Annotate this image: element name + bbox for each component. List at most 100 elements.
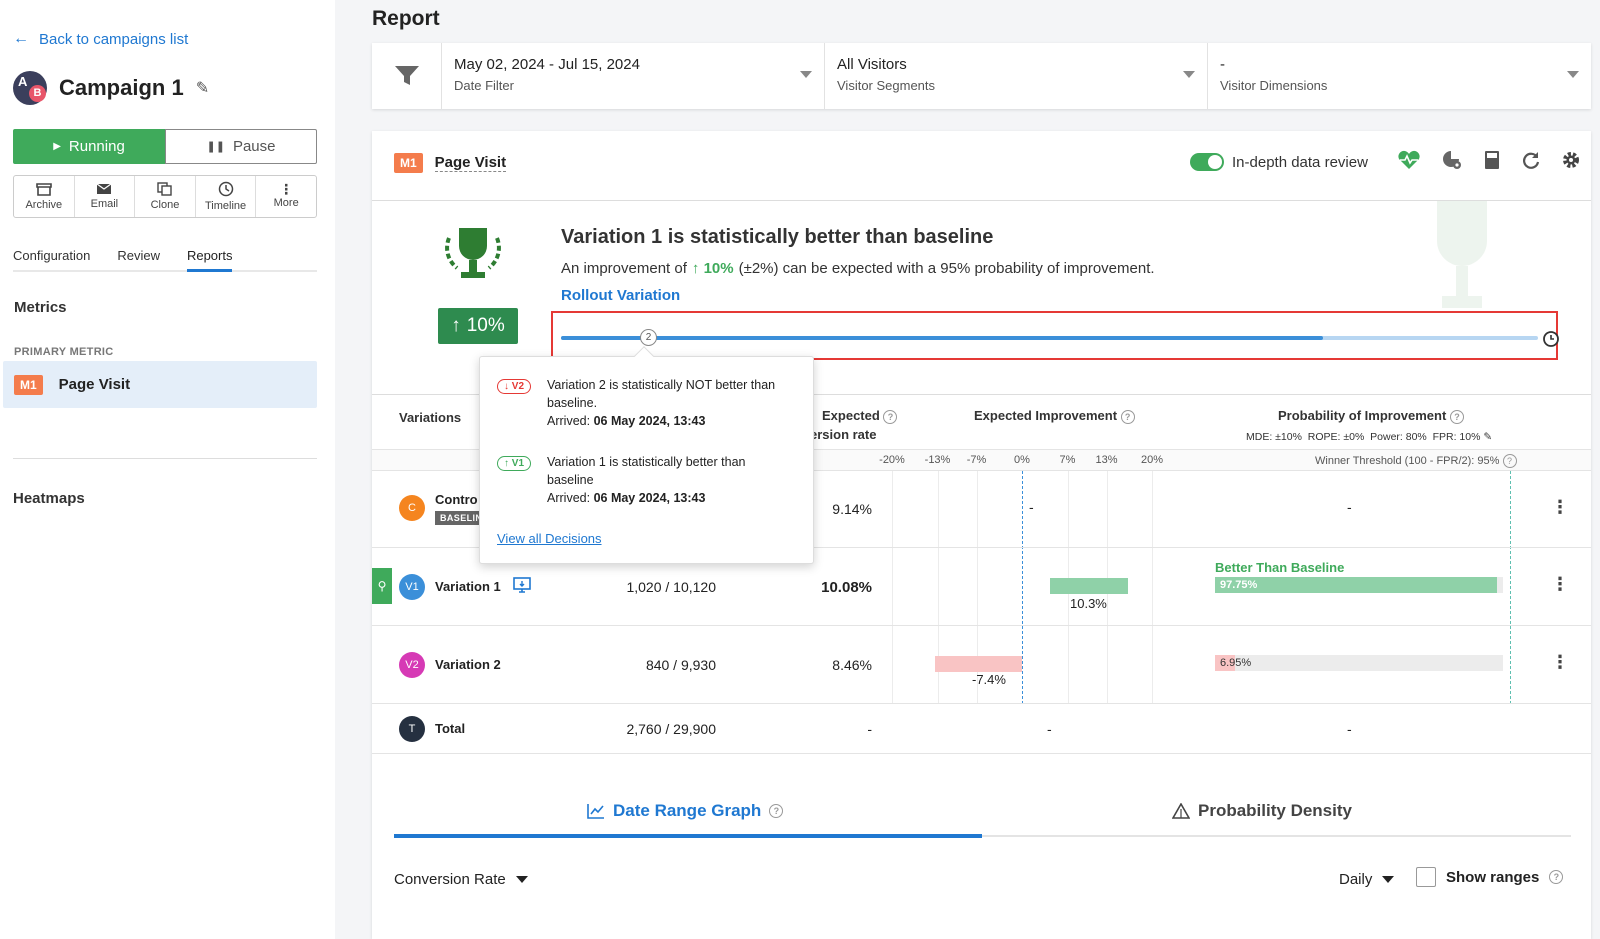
result-description: An improvement of ↑ 10% (±2%) can be exp… — [561, 260, 1155, 277]
email-icon — [97, 183, 112, 194]
expected-cr-header-line2: ersion rate — [810, 427, 877, 442]
winner-threshold: Winner Threshold (100 - FPR/2): 95% ? — [1315, 454, 1517, 468]
email-button[interactable]: Email — [75, 176, 136, 217]
clone-button[interactable]: Clone — [135, 176, 196, 217]
filter-button[interactable] — [372, 43, 442, 109]
probability-track — [1215, 655, 1503, 671]
axis-tick-label: -7% — [966, 454, 987, 466]
preview-monitor-icon[interactable] — [513, 577, 531, 593]
primary-metric-caption: PRIMARY METRIC — [14, 346, 114, 358]
running-button[interactable]: ▶ Running — [13, 129, 165, 164]
total-probability: - — [1347, 721, 1352, 737]
in-depth-toggle[interactable]: In-depth data review — [1190, 153, 1368, 171]
improvement-value: ↑ 10% — [691, 260, 734, 277]
refresh-icon[interactable] — [1521, 150, 1541, 170]
graph-tab-indicator — [394, 834, 982, 838]
pause-button[interactable]: ❚❚ Pause — [165, 129, 317, 164]
row-menu-icon[interactable]: ⋮ — [1551, 574, 1569, 595]
view-all-decisions-link[interactable]: View all Decisions — [497, 531, 602, 546]
axis-tick-label: 0% — [1014, 454, 1030, 466]
show-ranges-checkbox[interactable] — [1416, 867, 1436, 887]
edit-pencil-icon[interactable]: ✎ — [196, 78, 209, 98]
variation-icon: V1 — [399, 574, 425, 600]
chevron-down-icon — [1183, 71, 1195, 78]
edit-pencil-icon[interactable]: ✎ — [1483, 431, 1492, 443]
metric-select[interactable]: Conversion Rate — [394, 871, 528, 888]
probability-value: - — [1347, 499, 1352, 515]
expected-improvement-header[interactable]: Expected Improvement ? — [974, 408, 1135, 424]
rollout-variation-link[interactable]: Rollout Variation — [561, 287, 680, 304]
density-triangle-icon — [1172, 803, 1190, 819]
expected-improvement: - — [1029, 499, 1034, 515]
probability-value: 97.75% — [1220, 579, 1258, 591]
tab-date-range-graph[interactable]: Date Range Graph ? — [587, 801, 784, 821]
chart-settings-icon[interactable] — [1441, 149, 1463, 171]
conversions: 840 / 9,930 — [645, 657, 716, 673]
axis-tick-label: 20% — [1140, 454, 1164, 466]
winner-trophy-icon: ⚲ — [372, 568, 392, 604]
health-heart-icon[interactable] — [1397, 150, 1421, 170]
period-select[interactable]: Daily — [1339, 871, 1395, 888]
tab-review[interactable]: Review — [117, 248, 160, 270]
gear-icon[interactable] — [1561, 150, 1581, 170]
bookmark-book-icon[interactable] — [1483, 150, 1501, 170]
improvement-label: -7.4% — [972, 672, 1006, 687]
arrow-up-icon: ↑ — [691, 260, 700, 277]
tab-configuration[interactable]: Configuration — [13, 248, 90, 270]
total-improvement: - — [1047, 721, 1052, 737]
archive-button[interactable]: Archive — [14, 176, 75, 217]
help-icon[interactable]: ? — [883, 409, 898, 424]
variation-name[interactable]: Contro — [435, 492, 478, 507]
help-icon[interactable]: ? — [769, 804, 784, 818]
variations-header[interactable]: Variations — [399, 410, 461, 425]
decisions-popover: ↓ V2 Variation 2 is statistically NOT be… — [479, 346, 814, 564]
variation-name[interactable]: Variation 2 — [435, 657, 501, 672]
timeline-icon — [218, 181, 233, 197]
caret-down-icon — [515, 876, 528, 883]
campaign-name: Campaign 1 — [59, 75, 184, 100]
conversion-rate: 10.08% — [821, 579, 872, 596]
axis-tick-label: 13% — [1095, 454, 1118, 466]
metric-title[interactable]: Page Visit — [434, 154, 507, 172]
row-menu-icon[interactable]: ⋮ — [1551, 652, 1569, 673]
status-toggle: ▶ Running ❚❚ Pause — [13, 129, 317, 164]
segment-filter[interactable]: All Visitors Visitor Segments — [825, 43, 1208, 109]
filter-funnel-icon — [394, 66, 419, 85]
pause-icon: ❚❚ — [206, 141, 225, 153]
archive-icon — [35, 182, 52, 196]
metric-badge: M1 — [394, 153, 423, 173]
decision-timeline[interactable] — [561, 336, 1538, 340]
campaign-header: A B Campaign 1 ✎ — [13, 71, 209, 105]
more-button[interactable]: ⋮ More — [256, 176, 316, 217]
divider — [13, 458, 317, 459]
chevron-down-icon — [800, 71, 812, 78]
tab-reports[interactable]: Reports — [186, 248, 233, 272]
help-icon[interactable]: ? — [1120, 409, 1135, 424]
date-filter[interactable]: May 02, 2024 - Jul 15, 2024 Date Filter — [442, 43, 825, 109]
tab-probability-density[interactable]: Probability Density — [1172, 801, 1352, 821]
primary-metric-item[interactable]: M1 Page Visit — [3, 361, 317, 408]
axis-tick-label: -13% — [924, 454, 951, 466]
timeline-button[interactable]: Timeline — [196, 176, 257, 217]
total-rate: - — [867, 721, 872, 737]
dimension-filter[interactable]: - Visitor Dimensions — [1208, 43, 1591, 109]
back-link[interactable]: ← Back to campaigns list — [13, 30, 188, 48]
more-icon: ⋮ — [279, 181, 294, 197]
probability-value: 6.95% — [1220, 657, 1252, 669]
expected-cr-header[interactable]: Expected ? — [822, 408, 898, 424]
heatmaps-heading[interactable]: Heatmaps — [13, 490, 85, 507]
decision-item: Variation 1 is statistically better than… — [547, 455, 746, 505]
probability-status: Better Than Baseline — [1215, 560, 1345, 575]
variation-name[interactable]: Variation 1 — [435, 579, 501, 594]
total-icon: T — [399, 716, 425, 742]
row-menu-icon[interactable]: ⋮ — [1551, 497, 1569, 518]
probability-header[interactable]: Probability of Improvement ? — [1278, 408, 1464, 424]
toggle-switch[interactable] — [1190, 153, 1224, 171]
help-icon[interactable]: ? — [1502, 454, 1517, 468]
decision-badge-v2: ↓ V2 — [497, 376, 532, 394]
help-icon[interactable]: ? — [1449, 409, 1464, 424]
variation-icon: C — [399, 495, 425, 521]
help-icon[interactable]: ? — [1549, 870, 1564, 884]
history-clock-icon[interactable] — [1542, 330, 1560, 348]
timeline-decision-marker[interactable]: 2 — [640, 329, 657, 346]
